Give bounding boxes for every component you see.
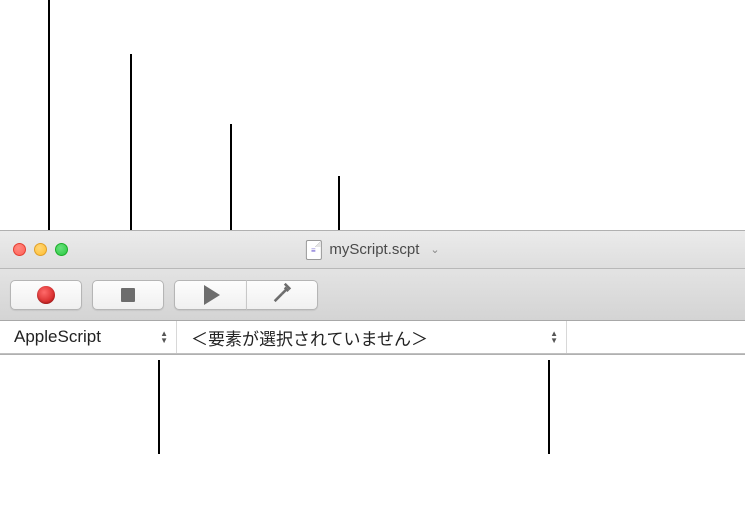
- chevron-down-icon: ⌄: [430, 243, 439, 256]
- callout-line: [548, 360, 550, 454]
- callout-line: [158, 360, 160, 454]
- selector-bar: AppleScript ▲▼ ＜要素が選択されていません＞ ▲▼: [0, 321, 745, 354]
- stepper-icon: ▲▼: [550, 331, 558, 344]
- document-icon: ≡: [305, 240, 321, 260]
- stepper-icon: ▲▼: [160, 331, 168, 344]
- stop-icon: [121, 288, 135, 302]
- toolbar: [0, 269, 745, 321]
- play-icon: [204, 285, 220, 305]
- element-selector[interactable]: ＜要素が選択されていません＞ ▲▼: [177, 321, 567, 353]
- play-button[interactable]: [174, 280, 246, 310]
- record-icon: [37, 286, 55, 304]
- element-label: ＜要素が選択されていません＞: [191, 325, 428, 350]
- minimize-button[interactable]: [34, 243, 47, 256]
- stop-button[interactable]: [92, 280, 164, 310]
- language-selector[interactable]: AppleScript ▲▼: [0, 321, 177, 353]
- language-label: AppleScript: [14, 327, 101, 347]
- script-editor-window: ≡ myScript.scpt ⌄ A: [0, 230, 745, 355]
- record-button[interactable]: [10, 280, 82, 310]
- build-button[interactable]: [246, 280, 318, 310]
- traffic-lights: [0, 243, 68, 256]
- window-title[interactable]: ≡ myScript.scpt ⌄: [305, 240, 439, 260]
- hammer-icon: [271, 281, 293, 308]
- close-button[interactable]: [13, 243, 26, 256]
- titlebar: ≡ myScript.scpt ⌄: [0, 231, 745, 269]
- window-title-text: myScript.scpt: [329, 241, 419, 258]
- maximize-button[interactable]: [55, 243, 68, 256]
